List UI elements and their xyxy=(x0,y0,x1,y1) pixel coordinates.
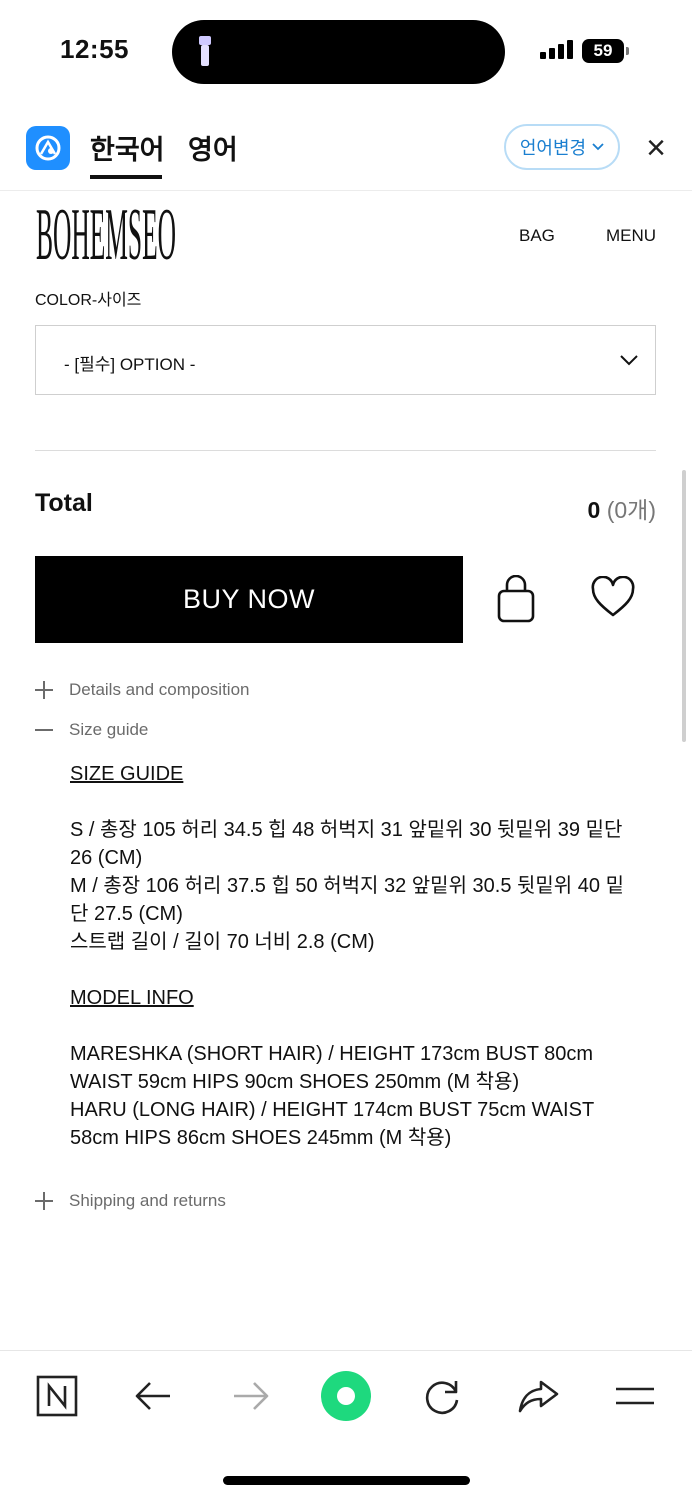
dynamic-island xyxy=(172,20,505,84)
accordion-details[interactable]: Details and composition xyxy=(35,680,249,700)
green-dot-icon[interactable] xyxy=(320,1370,372,1422)
divider xyxy=(35,450,656,451)
battery-tip xyxy=(626,47,629,55)
total-count: (0개) xyxy=(606,497,656,523)
size-line-strap: 스트랩 길이 / 길이 70 너비 2.8 (CM) xyxy=(70,931,375,953)
chevron-down-icon xyxy=(620,355,638,366)
tab-active-indicator xyxy=(90,175,162,179)
reload-icon[interactable] xyxy=(418,1372,466,1420)
size-guide-content: SIZE GUIDE S / 총장 105 허리 34.5 힙 48 허벅지 3… xyxy=(70,760,630,1152)
accordion-size-guide-label: Size guide xyxy=(69,720,149,739)
battery-level: 59 xyxy=(593,41,613,60)
size-guide-heading: SIZE GUIDE xyxy=(70,763,184,785)
buy-now-button[interactable]: BUY NOW xyxy=(35,556,463,643)
option-label: COLOR-사이즈 xyxy=(35,292,142,309)
tab-korean[interactable]: 한국어 xyxy=(90,128,165,167)
total-price: 0 (0개) xyxy=(588,491,656,525)
tab-english[interactable]: 영어 xyxy=(188,128,238,167)
back-arrow-icon[interactable] xyxy=(130,1372,178,1420)
total-label: Total xyxy=(35,489,93,517)
accordion-shipping-label: Shipping and returns xyxy=(69,1191,226,1210)
signal-icon xyxy=(540,40,573,59)
translate-app-icon[interactable] xyxy=(26,126,70,170)
wishlist-heart-icon[interactable] xyxy=(590,576,636,620)
home-indicator[interactable] xyxy=(223,1476,470,1485)
hamburger-menu-icon[interactable] xyxy=(611,1372,659,1420)
flashlight-icon xyxy=(199,36,211,66)
scrollbar[interactable] xyxy=(682,470,686,742)
size-line-s: S / 총장 105 허리 34.5 힙 48 허벅지 31 앞밑위 30 뒷밑… xyxy=(70,819,623,869)
chevron-down-icon xyxy=(592,143,604,151)
forward-arrow-icon[interactable] xyxy=(226,1372,274,1420)
papago-icon xyxy=(35,135,61,161)
model-line-1: MARESHKA (SHORT HAIR) / HEIGHT 173cm BUS… xyxy=(70,1043,594,1093)
battery-icon: 59 xyxy=(582,39,624,63)
minus-icon xyxy=(35,721,53,739)
accordion-shipping[interactable]: Shipping and returns xyxy=(35,1191,226,1211)
plus-icon xyxy=(35,681,53,699)
change-language-button[interactable]: 언어변경 xyxy=(504,124,620,170)
option-select-value: - [필수] OPTION - xyxy=(64,355,196,374)
size-line-m: M / 총장 106 허리 37.5 힙 50 허벅지 32 앞밑위 30.5 … xyxy=(70,875,624,925)
accordion-size-guide[interactable]: Size guide xyxy=(35,720,148,740)
status-time: 12:55 xyxy=(60,34,129,64)
brand-logo-text: BOHEMSEO xyxy=(36,202,176,272)
shopping-bag-icon[interactable] xyxy=(494,575,538,625)
model-line-2: HARU (LONG HAIR) / HEIGHT 174cm BUST 75c… xyxy=(70,1099,594,1149)
naver-n-icon[interactable] xyxy=(33,1372,81,1420)
close-icon[interactable]: × xyxy=(640,130,672,166)
model-info-heading: MODEL INFO xyxy=(70,987,194,1009)
brand-logo[interactable]: BOHEMSEO xyxy=(35,202,177,272)
nav-menu[interactable]: MENU xyxy=(606,226,656,246)
total-value: 0 xyxy=(587,497,601,523)
change-language-label: 언어변경 xyxy=(519,138,587,158)
share-icon[interactable] xyxy=(515,1372,563,1420)
accordion-details-label: Details and composition xyxy=(69,680,250,699)
plus-icon xyxy=(35,1192,53,1210)
nav-bag[interactable]: BAG xyxy=(519,226,555,246)
